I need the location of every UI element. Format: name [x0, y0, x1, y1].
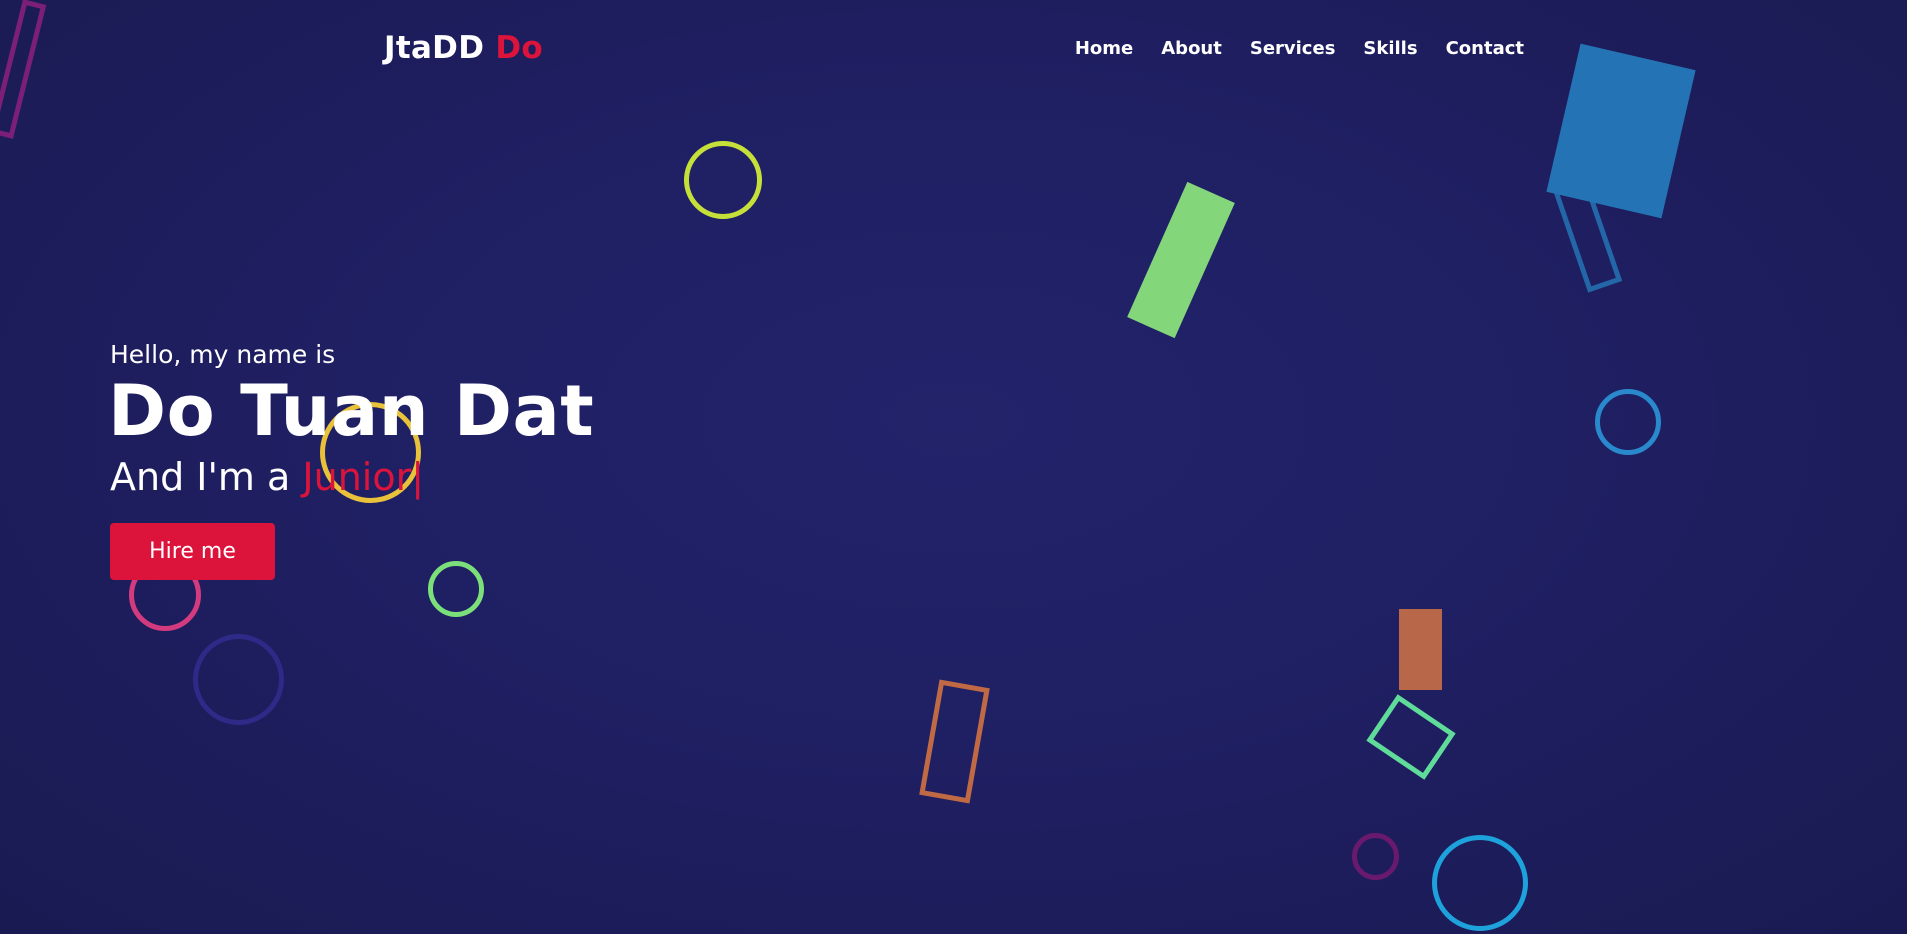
site-logo[interactable]: JtaDD Do — [384, 30, 543, 66]
hero-role: And I'm a Junior| — [110, 455, 594, 499]
nav-item-contact: Contact — [1446, 38, 1524, 59]
decor-rect-outline — [919, 679, 990, 804]
nav-item-skills: Skills — [1363, 38, 1417, 59]
nav-link-about[interactable]: About — [1161, 38, 1222, 59]
hero-name: Do Tuan Dat — [108, 370, 595, 452]
logo-primary-text: JtaDD — [384, 30, 485, 66]
decor-circle-outline — [1595, 389, 1661, 455]
hero-intro: Hello, my name is — [110, 340, 336, 369]
nav-menu: Home About Services Skills Contact — [1075, 38, 1524, 59]
decor-rect-outline — [1366, 694, 1456, 780]
hire-me-button[interactable]: Hire me — [110, 522, 275, 580]
nav-link-contact[interactable]: Contact — [1446, 38, 1524, 59]
nav-item-services: Services — [1250, 38, 1336, 59]
nav-item-home: Home — [1075, 38, 1133, 59]
logo-accent-text: Do — [495, 30, 543, 66]
navbar: JtaDD Do Home About Services Skills Cont… — [0, 0, 1907, 100]
typing-cursor: | — [411, 454, 425, 499]
hero-section: Hello, my name is Do Tuan Dat And I'm a … — [108, 340, 595, 580]
nav-link-services[interactable]: Services — [1250, 38, 1336, 59]
decor-rect-outline — [1549, 169, 1623, 293]
decor-rect-filled — [1399, 609, 1442, 690]
decor-circle-outline — [1432, 835, 1528, 931]
nav-link-skills[interactable]: Skills — [1363, 38, 1417, 59]
nav-link-home[interactable]: Home — [1075, 38, 1133, 59]
decor-rect-filled — [1127, 181, 1235, 339]
decor-circle-outline — [1352, 833, 1399, 880]
nav-item-about: About — [1161, 38, 1222, 59]
hero-role-typed: Junior — [302, 454, 412, 499]
decor-circle-outline — [193, 634, 284, 725]
hero-role-prefix: And I'm a — [110, 454, 303, 499]
decor-circle-outline — [684, 141, 762, 219]
